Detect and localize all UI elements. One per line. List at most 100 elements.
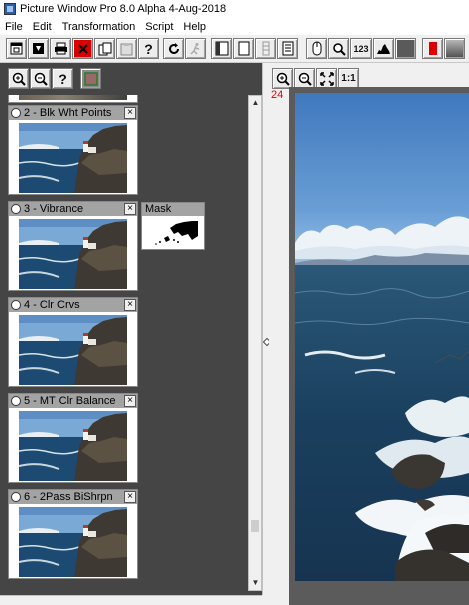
scroll-thumb[interactable]: [251, 520, 259, 532]
step-card[interactable]: 3 - Vibrance ×: [8, 201, 138, 291]
magnifier-icon: [332, 42, 346, 56]
mouse-icon: [312, 41, 321, 56]
help-button[interactable]: ?: [138, 38, 159, 59]
step-header: 4 - Clr Crvs ×: [9, 298, 137, 312]
copy-button[interactable]: [94, 38, 115, 59]
close-icon[interactable]: ×: [124, 203, 136, 215]
menu-transformation[interactable]: Transformation: [57, 21, 141, 33]
title-bar: Picture Window Pro 8.0 Alpha 4-Aug-2018: [0, 0, 469, 18]
menu-edit[interactable]: Edit: [28, 21, 57, 33]
steps-zoom-out-button[interactable]: [30, 68, 51, 89]
mask-thumbnail: [148, 218, 198, 248]
histogram-button[interactable]: [373, 38, 394, 59]
menu-file[interactable]: File: [0, 21, 28, 33]
close-icon[interactable]: ×: [124, 107, 136, 119]
menu-bar: File Edit Transformation Script Help: [0, 18, 469, 35]
step-label: 3 - Vibrance: [24, 203, 84, 215]
question-icon: ?: [58, 70, 67, 87]
zoom-in-icon: [12, 72, 26, 86]
fit-icon: [319, 71, 334, 86]
question-icon: ?: [144, 40, 153, 57]
zoom-in-icon: [276, 72, 290, 86]
close-icon[interactable]: ×: [124, 395, 136, 407]
step-thumbnail: [19, 219, 127, 289]
panel-icon: [215, 41, 228, 56]
scroll-up-icon[interactable]: ▲: [251, 98, 260, 107]
mask-card[interactable]: Mask: [141, 202, 205, 250]
dark-swatch-button[interactable]: [395, 38, 416, 59]
zoom-level-readout: 24: [271, 89, 284, 101]
refresh-icon: [168, 42, 179, 54]
step-label: 6 - 2Pass BiShrpn: [24, 491, 113, 503]
panel-icon: [262, 41, 269, 56]
step-card[interactable]: 6 - 2Pass BiShrpn ×: [8, 489, 138, 579]
open-button[interactable]: [28, 38, 49, 59]
step-thumbnail: [19, 507, 127, 577]
image-view-panel: 1:1 24: [269, 63, 469, 605]
panel-left-button[interactable]: [211, 38, 232, 59]
histogram-icon: [377, 44, 390, 54]
gradient-button[interactable]: [444, 38, 465, 59]
view-zoom-out-button[interactable]: [294, 68, 315, 89]
refresh-button[interactable]: [163, 38, 184, 59]
window-icon: [10, 42, 23, 55]
step-radio[interactable]: [11, 396, 21, 406]
window-title: Picture Window Pro 8.0 Alpha 4-Aug-2018: [20, 3, 227, 15]
step-card[interactable]: 2 - Blk Wht Points ×: [8, 105, 138, 195]
mouse-button[interactable]: [306, 38, 327, 59]
zoom-button[interactable]: [328, 38, 349, 59]
steps-panel: ? 2 - Blk Wht Points × 3 - Vibrance × 4 …: [0, 63, 262, 595]
running-man-icon: [190, 42, 200, 55]
steps-scrollbar[interactable]: ▲ ▼: [248, 95, 262, 591]
step-label: 4 - Clr Crvs: [24, 299, 80, 311]
panel-single-button[interactable]: [233, 38, 254, 59]
readout-button[interactable]: 123: [350, 38, 372, 59]
steps-help-button[interactable]: ?: [52, 68, 73, 89]
paste-icon: [120, 42, 133, 55]
mask-label: Mask: [142, 203, 204, 216]
step-radio[interactable]: [11, 204, 21, 214]
panel-split-button[interactable]: [255, 38, 276, 59]
step-radio[interactable]: [11, 492, 21, 502]
steps-zoom-in-button[interactable]: [8, 68, 29, 89]
swatch-icon: [83, 71, 98, 86]
download-icon: [33, 43, 44, 54]
step-header: 6 - 2Pass BiShrpn ×: [9, 490, 137, 504]
image-frame: [289, 87, 469, 605]
red-bar-icon: [428, 42, 437, 55]
view-zoom-in-button[interactable]: [272, 68, 293, 89]
new-window-button[interactable]: [6, 38, 27, 59]
step-header: 3 - Vibrance ×: [9, 202, 137, 216]
print-button[interactable]: [50, 38, 71, 59]
panel-splitter[interactable]: [262, 63, 272, 595]
menu-help[interactable]: Help: [178, 21, 211, 33]
panel-list-button[interactable]: [277, 38, 298, 59]
step-radio[interactable]: [11, 300, 21, 310]
view-actual-size-button[interactable]: 1:1: [338, 68, 359, 89]
step-header: 5 - MT Clr Balance ×: [9, 394, 137, 408]
copy-icon: [98, 42, 111, 55]
status-strip: [0, 595, 262, 600]
step-radio[interactable]: [11, 108, 21, 118]
step-card[interactable]: 4 - Clr Crvs ×: [8, 297, 138, 387]
steps-swatch-button[interactable]: [80, 68, 101, 89]
close-image-button[interactable]: [72, 38, 93, 59]
close-icon[interactable]: ×: [124, 491, 136, 503]
paste-button[interactable]: [116, 38, 137, 59]
printer-icon: [54, 42, 67, 55]
actual-size-label: 1:1: [341, 73, 356, 84]
step-card[interactable]: 5 - MT Clr Balance ×: [8, 393, 138, 483]
step-card-partial: [8, 95, 138, 103]
main-toolbar: ? 123: [0, 35, 469, 63]
step-thumbnail: [19, 411, 127, 481]
main-image[interactable]: [295, 93, 469, 581]
run-button[interactable]: [185, 38, 206, 59]
step-label: 2 - Blk Wht Points: [24, 107, 112, 119]
color-bar-button[interactable]: [422, 38, 443, 59]
close-icon[interactable]: ×: [124, 299, 136, 311]
menu-script[interactable]: Script: [140, 21, 178, 33]
view-fit-button[interactable]: [316, 68, 337, 89]
scroll-down-icon[interactable]: ▼: [251, 578, 260, 587]
zoom-out-icon: [34, 72, 48, 86]
readout-icon: 123: [353, 43, 369, 54]
